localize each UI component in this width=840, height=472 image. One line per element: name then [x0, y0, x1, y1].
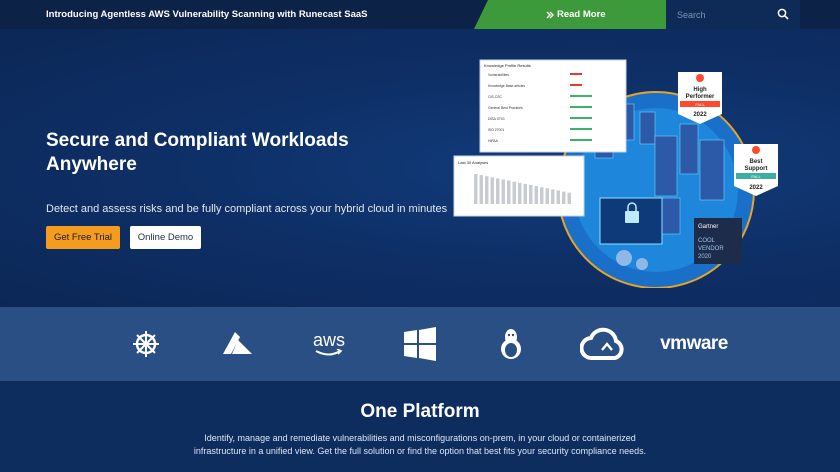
- svg-text:Support: Support: [745, 166, 768, 172]
- panel-row-bar: [570, 95, 592, 97]
- one-platform-section: [0, 381, 840, 472]
- panel-row-label: General Best Practices: [488, 106, 523, 110]
- mini-chart-bar: [485, 176, 489, 204]
- g2-badge-best-support: Best Support FALL 2022: [734, 144, 778, 196]
- mini-chart-bar: [551, 189, 555, 204]
- svg-text:Best: Best: [749, 159, 762, 165]
- svg-text:COOL: COOL: [698, 238, 716, 244]
- panel-row-bar: [570, 73, 582, 75]
- knowledge-profile-panel: Knowledge Profile Results Vulnerabilitie…: [479, 59, 627, 153]
- svg-text:FALL: FALL: [695, 102, 705, 107]
- mini-chart-bar: [518, 182, 522, 204]
- panel-row-label: Knowledge Base articles: [488, 84, 525, 88]
- svg-text:FALL: FALL: [751, 174, 761, 179]
- analyses-panel: Last 30 Analyses: [453, 155, 585, 217]
- search-icon[interactable]: [777, 8, 789, 20]
- mini-chart-bar: [562, 191, 566, 204]
- panel-row-label: Vulnerabilities: [488, 73, 509, 77]
- monitor-lock: [599, 197, 663, 245]
- svg-text:Performer: Performer: [686, 94, 715, 100]
- mini-chart-bar: [496, 178, 500, 204]
- read-more-link[interactable]: Read More: [546, 0, 606, 29]
- online-demo-button[interactable]: Online Demo: [130, 226, 201, 249]
- panel-row-bar: [570, 106, 592, 108]
- mini-chart-bar: [523, 183, 527, 204]
- panel-row-bar: [570, 117, 592, 119]
- panel-title: Knowledge Profile Results: [484, 63, 531, 68]
- svg-text:2022: 2022: [693, 112, 707, 118]
- mini-chart-bar: [540, 187, 544, 204]
- free-trial-button[interactable]: Get Free Trial: [46, 226, 120, 249]
- one-platform-title: One Platform: [360, 401, 480, 422]
- search-input[interactable]: [677, 7, 769, 22]
- svg-text:High: High: [693, 87, 707, 93]
- mini-chart-bar: [501, 179, 505, 204]
- mini-chart-bar: [490, 177, 494, 204]
- g2-badge-high-performer: High Performer FALL 2022: [678, 72, 722, 124]
- panel-row-label: ISO 27001: [488, 128, 504, 132]
- mini-chart-bar: [512, 181, 516, 204]
- panel-row-bar: [570, 84, 582, 86]
- svg-text:2020: 2020: [698, 254, 712, 260]
- gartner-cool-vendor-badge: Gartner COOL VENDOR 2020: [694, 218, 742, 264]
- panel-row-label: CIS-CSC: [488, 95, 502, 99]
- aws-logo: aws: [310, 326, 348, 362]
- one-platform-description: Identify, manage and remediate vulnerabi…: [193, 433, 647, 456]
- kubernetes-logo: [130, 326, 162, 362]
- panel-row-bar: [570, 139, 592, 141]
- linux-logo: [494, 326, 528, 362]
- kubernetes-icon: [133, 331, 159, 357]
- mini-chart-bar: [545, 188, 549, 204]
- chart-title: Last 30 Analyses: [458, 160, 488, 165]
- mini-chart-bar: [529, 185, 533, 204]
- hero-subtitle: Detect and assess risks and be fully com…: [46, 203, 448, 215]
- double-chevron-right-icon: [546, 11, 554, 18]
- azure-logo: [220, 326, 254, 362]
- mini-chart-bar: [567, 192, 571, 204]
- svg-text:Gartner: Gartner: [698, 224, 718, 230]
- windows-logo: [402, 326, 438, 362]
- panel-row-label: HIPAA: [488, 139, 499, 143]
- svg-text:VENDOR: VENDOR: [698, 246, 724, 252]
- announcement-text[interactable]: Introducing Agentless AWS Vulnerability …: [46, 0, 367, 29]
- vmware-logo: vmware: [654, 326, 734, 362]
- mini-chart-bar: [534, 186, 538, 204]
- mini-chart-bar: [474, 174, 478, 204]
- windows-icon: [404, 327, 436, 361]
- mini-chart-bar: [556, 190, 560, 204]
- panel-row-bar: [570, 128, 592, 130]
- hero-title: Secure and Compliant Workloads Anywhere: [46, 130, 349, 175]
- aws-wordmark: aws: [312, 330, 345, 350]
- hero-illustration: Knowledge Profile Results Vulnerabilitie…: [453, 59, 778, 288]
- vmware-wordmark: vmware: [660, 333, 728, 354]
- cloud-logo: [580, 326, 626, 362]
- aws-smile-icon: [315, 349, 343, 356]
- mini-chart-bar: [507, 180, 511, 204]
- linux-icon: [501, 329, 521, 359]
- read-more-label: Read More: [557, 9, 606, 20]
- mini-chart-bar: [479, 175, 483, 204]
- cloud-icon: [580, 327, 624, 360]
- panel-row-label: DISA STIG: [488, 117, 505, 121]
- svg-text:2022: 2022: [749, 185, 763, 191]
- azure-icon: [223, 332, 252, 354]
